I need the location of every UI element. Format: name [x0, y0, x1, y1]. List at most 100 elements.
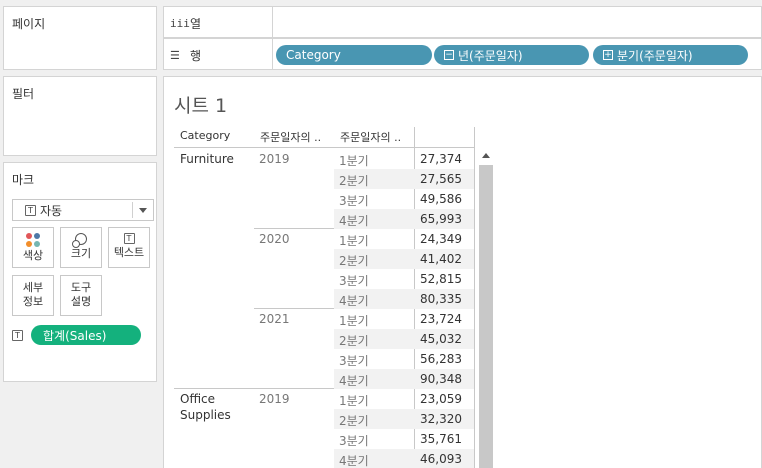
sales-value-cell: 35,761 [420, 432, 462, 446]
table-row[interactable]: 1분기 23,724 [334, 309, 474, 329]
table-row[interactable]: 4분기 65,993 [334, 209, 474, 229]
table-row[interactable]: 3분기 35,761 [334, 429, 474, 449]
year-cell[interactable]: 2021 [259, 312, 290, 326]
table-row[interactable]: 3분기 49,586 [334, 189, 474, 209]
sales-value-cell: 80,335 [420, 292, 462, 306]
sheet-view: 시트 1 Category 주문일자의 .. 주문일자의 .. Furnitur… [163, 76, 762, 468]
quarter-cell: 3분기 [339, 274, 369, 288]
quarter-cell: 2분기 [339, 414, 369, 428]
sales-value-cell: 23,059 [420, 392, 462, 406]
table-row[interactable]: 1분기 27,374 [334, 149, 474, 169]
detail-card-label-2: 정보 [22, 295, 44, 308]
color-card-label: 색상 [22, 249, 44, 262]
quarter-cell: 4분기 [339, 454, 369, 468]
marks-field-row: T 합계(Sales) [12, 325, 141, 345]
header-divider [174, 147, 474, 148]
text-card[interactable]: T 텍스트 [108, 227, 150, 268]
color-dot [34, 233, 40, 239]
text-card-label: 텍스트 [113, 246, 145, 259]
scroll-up-arrow-icon[interactable] [482, 153, 490, 158]
sales-value-cell: 41,402 [420, 252, 462, 266]
quarter-cell: 1분기 [339, 314, 369, 328]
color-dot [34, 241, 40, 247]
year-pill-label: 년(주문일자) [458, 48, 523, 63]
sales-value-cell: 32,320 [420, 412, 462, 426]
quarter-cell: 4분기 [339, 214, 369, 228]
table-row[interactable]: 4분기 90,348 [334, 369, 474, 389]
category-cell[interactable]: Furniture [180, 151, 234, 167]
sales-value-cell: 65,993 [420, 212, 462, 226]
table-row[interactable]: 1분기 24,349 [334, 229, 474, 249]
columns-shelf-label: iii 열 [170, 15, 201, 32]
table-row[interactable]: 2분기 27,565 [334, 169, 474, 189]
table-row[interactable]: 4분기 46,093 [334, 449, 474, 468]
category-cell[interactable]: Office Supplies [180, 391, 231, 423]
color-dot [26, 241, 32, 247]
quarter-order-date-pill[interactable]: + 분기(주문일자) [593, 45, 748, 65]
header-order-quarter[interactable]: 주문일자의 .. [340, 129, 401, 145]
filters-pane[interactable]: 필터 [3, 76, 157, 156]
rows-shelf[interactable]: ☰ 행 Category − 년(주문일자) + 분기(주문일자) [163, 38, 762, 70]
sales-value-cell: 27,374 [420, 152, 462, 166]
quarter-cell: 1분기 [339, 234, 369, 248]
sheet-title: 시트 1 [174, 95, 228, 117]
marks-pane: 마크 T 자동 색상 크기 T 텍스트 세부 정보 도구 설명 T 합계(Sal… [3, 162, 157, 382]
quarter-cell: 1분기 [339, 154, 369, 168]
year-cell[interactable]: 2019 [259, 152, 290, 166]
size-card[interactable]: 크기 [60, 227, 102, 268]
detail-card[interactable]: 세부 정보 [12, 275, 54, 316]
tooltip-card-label-2: 설명 [70, 295, 92, 308]
sales-value-cell: 45,032 [420, 332, 462, 346]
filters-pane-title: 필터 [12, 87, 35, 101]
sales-value-cell: 49,586 [420, 192, 462, 206]
year-cell[interactable]: 2020 [259, 232, 290, 246]
quarter-pill-label: 분기(주문일자) [617, 48, 693, 63]
table-row[interactable]: 2분기 45,032 [334, 329, 474, 349]
quarter-cell: 3분기 [339, 354, 369, 368]
category-pill[interactable]: Category [276, 45, 432, 65]
sales-value-cell: 23,724 [420, 312, 462, 326]
year-cell[interactable]: 2019 [259, 392, 290, 406]
sales-value-cell: 27,565 [420, 172, 462, 186]
chevron-down-icon[interactable] [139, 208, 147, 213]
dropdown-divider [132, 202, 133, 218]
sales-value-cell: 56,283 [420, 352, 462, 366]
sum-sales-pill[interactable]: 합계(Sales) [31, 325, 141, 345]
text-encoding-icon[interactable]: T [12, 329, 23, 341]
text-mark-icon: T [25, 204, 36, 216]
rows-shelf-label: ☰ 행 [170, 47, 201, 64]
color-card[interactable]: 색상 [12, 227, 54, 268]
scrollbar-thumb[interactable] [479, 165, 493, 468]
size-circles-icon [72, 233, 87, 248]
quarter-cell: 1분기 [339, 394, 369, 408]
pages-pane[interactable]: 페이지 [3, 6, 157, 70]
marks-pane-title: 마크 [12, 173, 35, 187]
shelf-divider [272, 7, 273, 37]
header-order-year[interactable]: 주문일자의 .. [260, 129, 321, 145]
expand-icon[interactable]: + [603, 50, 613, 60]
table-row[interactable]: 3분기 56,283 [334, 349, 474, 369]
mark-type-dropdown[interactable]: T 자동 [12, 199, 154, 221]
table-row[interactable]: 1분기 23,059 [334, 389, 474, 409]
tooltip-card[interactable]: 도구 설명 [60, 275, 102, 316]
sales-value-cell: 24,349 [420, 232, 462, 246]
table-row[interactable]: 3분기 52,815 [334, 269, 474, 289]
color-dot [26, 233, 32, 239]
table-right-edge [474, 127, 475, 468]
columns-shelf[interactable]: iii 열 [163, 6, 762, 38]
header-category[interactable]: Category [180, 129, 230, 142]
rows-label: 행 [190, 49, 202, 63]
rows-icon: ☰ [170, 49, 180, 62]
quarter-cell: 4분기 [339, 374, 369, 388]
detail-card-label-1: 세부 [22, 281, 44, 294]
table-row[interactable]: 4분기 80,335 [334, 289, 474, 309]
quarter-cell: 3분기 [339, 194, 369, 208]
category-pill-label: Category [286, 48, 341, 62]
pages-pane-title: 페이지 [12, 17, 46, 31]
size-card-label: 크기 [70, 247, 92, 260]
table-row[interactable]: 2분기 32,320 [334, 409, 474, 429]
year-order-date-pill[interactable]: − 년(주문일자) [434, 45, 589, 65]
collapse-icon[interactable]: − [444, 50, 454, 60]
table-row[interactable]: 2분기 41,402 [334, 249, 474, 269]
mark-type-label: 자동 [40, 203, 63, 218]
